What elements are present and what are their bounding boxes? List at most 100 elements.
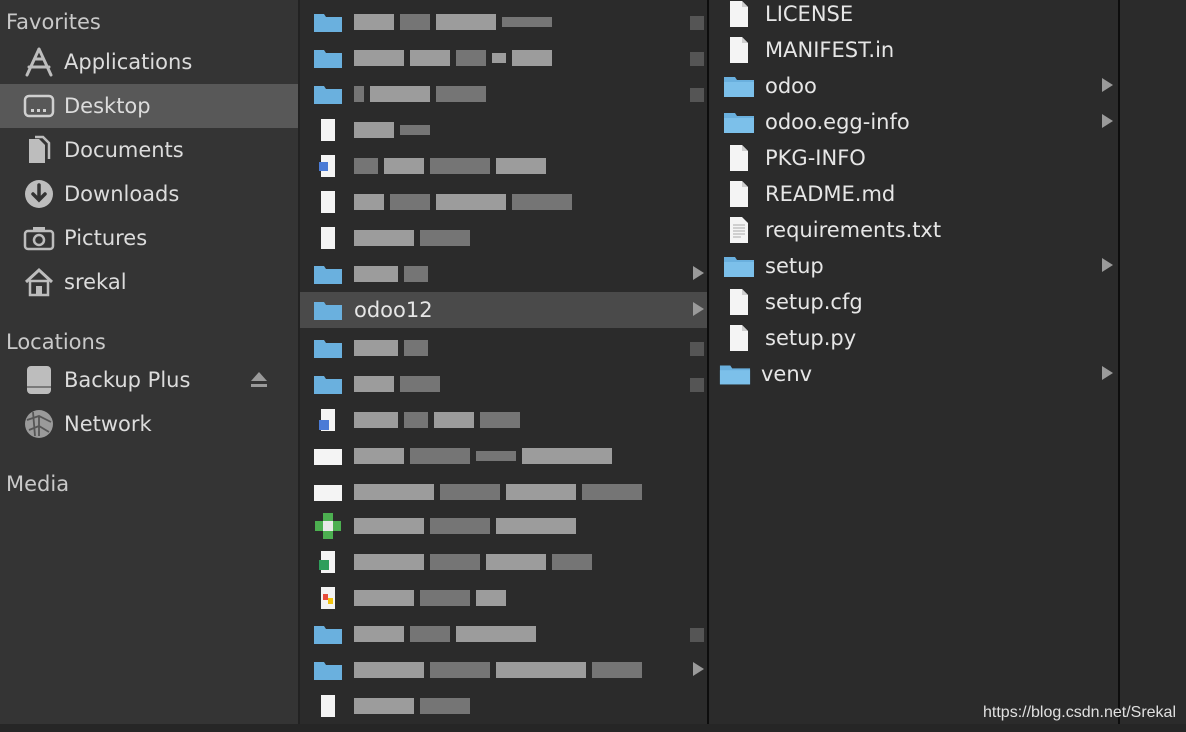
folder-icon [312,297,344,323]
list-item[interactable] [300,544,710,580]
folder-icon [312,261,344,287]
file-icon [312,585,344,611]
favorites-title: Favorites [6,10,101,34]
folder-icon [312,81,344,107]
file-icon [312,443,344,469]
list-item[interactable] [300,76,710,112]
list-item[interactable] [300,148,710,184]
list-item[interactable] [300,402,710,438]
desktop-icon [22,89,56,123]
sidebar-item-label: Documents [64,138,184,162]
list-item-license[interactable]: LICENSE [709,0,1119,32]
folder-icon [312,9,344,35]
list-item[interactable] [300,256,710,292]
list-item-label: setup.cfg [765,290,863,314]
list-item-requirements[interactable]: requirements.txt [709,212,1119,248]
sidebar-item-home[interactable]: srekal [0,260,298,304]
file-icon [312,117,344,143]
sidebar-item-applications[interactable]: Applications [0,40,298,84]
sidebar-item-desktop[interactable]: Desktop [0,84,298,128]
file-icon [312,189,344,215]
file-icon [312,693,344,719]
list-item-label: README.md [765,182,896,206]
list-item-setup-py[interactable]: setup.py [709,320,1119,356]
watermark: https://blog.csdn.net/Srekal [983,704,1176,721]
sidebar-item-network[interactable]: Network [0,402,298,446]
list-item-odoo[interactable]: odoo [709,68,1119,104]
folder-icon [312,335,344,361]
folder-icon [312,371,344,397]
locations-title: Locations [6,330,106,354]
list-item-odoo-egg-info[interactable]: odoo.egg-info [709,104,1119,140]
file-icon [312,549,344,575]
sidebar-item-label: Applications [64,50,193,74]
eject-icon[interactable] [250,369,268,393]
sidebar-item-documents[interactable]: Documents [0,128,298,172]
list-item-pkg-info[interactable]: PKG-INFO [709,140,1119,176]
list-item[interactable] [300,580,710,616]
list-item[interactable] [300,652,710,688]
file-icon [723,145,755,171]
list-item-label: LICENSE [765,2,854,26]
list-item[interactable] [300,616,710,652]
list-item-label: PKG-INFO [765,146,866,170]
chevron-right-icon [1102,78,1113,92]
list-item[interactable] [300,184,710,220]
list-item[interactable] [300,4,710,40]
sidebar-item-label: srekal [64,270,127,294]
list-item-label: odoo12 [354,298,433,322]
list-item-readme[interactable]: README.md [709,176,1119,212]
list-item-label: odoo.egg-info [765,110,910,134]
sidebar-item-pictures[interactable]: Pictures [0,216,298,260]
drive-icon [22,363,56,397]
list-item-label: setup.py [765,326,857,350]
folder-icon [312,45,344,71]
folder-icon [719,361,751,387]
list-item[interactable] [300,112,710,148]
file-icon [723,181,755,207]
list-item[interactable] [300,688,710,724]
home-icon [22,265,56,299]
list-item-manifest[interactable]: MANIFEST.in [709,32,1119,68]
sidebar-item-backup-plus[interactable]: Backup Plus [0,358,298,402]
list-item-label: odoo [765,74,817,98]
column-browser-odoo12: LICENSE MANIFEST.in odoo odoo.egg-info P… [709,0,1119,724]
chevron-right-icon [1102,258,1113,272]
text-file-icon [723,217,755,243]
list-item-venv[interactable]: venv [709,356,1119,392]
chevron-right-icon [1102,366,1113,380]
status-bar [0,724,1186,732]
list-item-setup-cfg[interactable]: setup.cfg [709,284,1119,320]
folder-icon [312,657,344,683]
app-icon [312,513,344,539]
column-browser-empty [1120,0,1186,724]
media-title: Media [6,472,70,496]
list-item[interactable] [300,366,710,402]
list-item[interactable] [300,40,710,76]
file-icon [312,479,344,505]
list-item-label: MANIFEST.in [765,38,895,62]
sidebar: Favorites Applications Desktop Documents… [0,0,298,724]
file-icon [723,37,755,63]
file-icon [312,225,344,251]
list-item[interactable] [300,474,710,510]
column-browser-parent: odoo12 [298,0,710,724]
file-icon [723,325,755,351]
list-item-setup[interactable]: setup [709,248,1119,284]
sidebar-item-downloads[interactable]: Downloads [0,172,298,216]
list-item[interactable] [300,438,710,474]
sidebar-item-label: Network [64,412,152,436]
folder-icon [723,109,755,135]
applications-icon [22,45,56,79]
pictures-icon [22,221,56,255]
folder-icon [312,621,344,647]
downloads-icon [22,177,56,211]
list-item[interactable] [300,330,710,366]
chevron-right-icon [693,266,704,280]
documents-icon [22,133,56,167]
list-item-odoo12[interactable]: odoo12 [300,292,710,328]
list-item[interactable] [300,508,710,544]
file-icon [723,289,755,315]
list-item[interactable] [300,220,710,256]
sidebar-item-label: Downloads [64,182,180,206]
